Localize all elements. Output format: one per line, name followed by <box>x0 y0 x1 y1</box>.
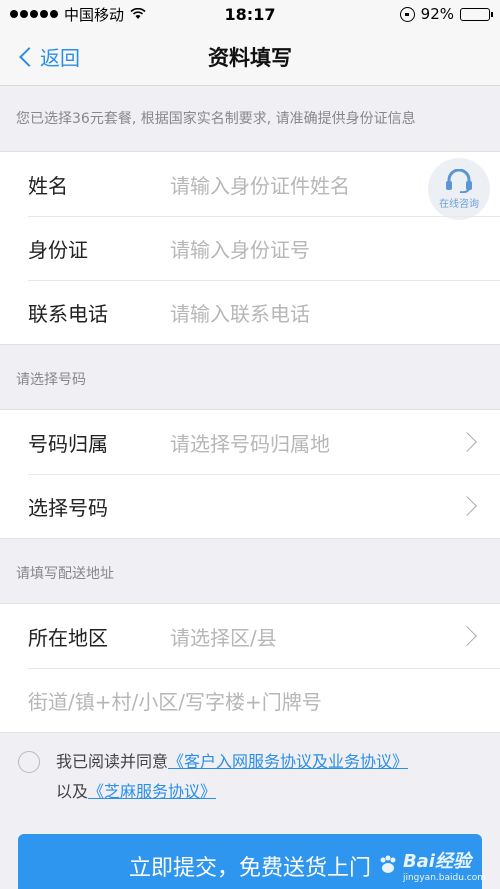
number-region-select[interactable]: 请选择号码归属地 <box>170 428 500 457</box>
battery-percent: 92% <box>420 5 454 23</box>
phone-row: 联系电话 请输入联系电话 <box>0 280 500 344</box>
nav-bar: 返回 资料填写 <box>0 28 500 86</box>
agreement-middle: 以及 <box>56 782 89 801</box>
address-section-title: 请填写配送地址 <box>16 566 114 582</box>
phone-label: 联系电话 <box>28 301 108 326</box>
battery-icon <box>460 7 493 21</box>
headset-icon <box>446 168 472 193</box>
back-label: 返回 <box>40 46 80 70</box>
back-button[interactable]: 返回 <box>16 42 80 71</box>
number-region-row[interactable]: 号码归属 请选择号码归属地 <box>0 410 500 474</box>
signal-icon <box>10 10 58 18</box>
service-agreement-link[interactable]: 《客户入网服务协议及业务协议》 <box>168 752 408 771</box>
number-region-label: 号码归属 <box>28 431 108 456</box>
watermark-brand-suffix: 经验 <box>434 851 471 872</box>
area-label: 所在地区 <box>28 625 108 650</box>
chevron-right-icon <box>457 496 477 516</box>
number-section-title: 请选择号码 <box>16 372 86 388</box>
id-row: 身份证 请输入身份证号 <box>0 216 500 280</box>
baidu-watermark: Bai经验 jingyan.baidu.com <box>377 847 486 883</box>
area-select[interactable]: 请选择区/县 <box>170 622 500 651</box>
status-bar: 中国移动 18:17 92% <box>0 0 500 28</box>
rotation-lock-icon <box>399 6 415 22</box>
identity-group: 姓名 请输入身份证件姓名 在线咨询 身份证 请输入身份证号 联系电话 请输入联系… <box>0 151 500 345</box>
notice-text: 您已选择36元套餐, 根据国家实名制要求, 请准确提供身份证信息 <box>16 111 416 127</box>
status-time: 18:17 <box>224 4 276 24</box>
select-number-label: 选择号码 <box>28 495 108 520</box>
agreement-checkbox[interactable] <box>18 751 40 773</box>
phone-input[interactable]: 请输入联系电话 <box>170 298 500 327</box>
select-number-row[interactable]: 选择号码 <box>0 474 500 538</box>
online-consult-label: 在线咨询 <box>439 198 479 210</box>
watermark-url: jingyan.baidu.com <box>402 873 486 883</box>
online-consult-button[interactable]: 在线咨询 <box>428 158 490 220</box>
number-group: 号码归属 请选择号码归属地 选择号码 <box>0 409 500 539</box>
id-label: 身份证 <box>28 237 88 262</box>
paw-icon <box>380 855 396 873</box>
agreement-prefix: 我已阅读并同意 <box>56 752 169 771</box>
zhima-agreement-link[interactable]: 《芝麻服务协议》 <box>88 782 216 801</box>
name-label: 姓名 <box>28 173 68 198</box>
id-input[interactable]: 请输入身份证号 <box>170 234 500 263</box>
chevron-left-icon <box>19 46 39 67</box>
name-row: 姓名 请输入身份证件姓名 在线咨询 <box>0 152 500 220</box>
carrier-name: 中国移动 <box>64 5 125 24</box>
street-input[interactable]: 街道/镇+村/小区/写字楼+门牌号 <box>28 686 500 715</box>
submit-label: 立即提交，免费送货上门 <box>128 856 371 881</box>
watermark-brand: Bai <box>402 851 435 872</box>
area-row[interactable]: 所在地区 请选择区/县 <box>0 604 500 668</box>
address-group: 所在地区 请选择区/县 街道/镇+村/小区/写字楼+门牌号 <box>0 603 500 733</box>
street-row: 街道/镇+村/小区/写字楼+门牌号 <box>0 668 500 732</box>
wifi-icon <box>130 8 146 19</box>
